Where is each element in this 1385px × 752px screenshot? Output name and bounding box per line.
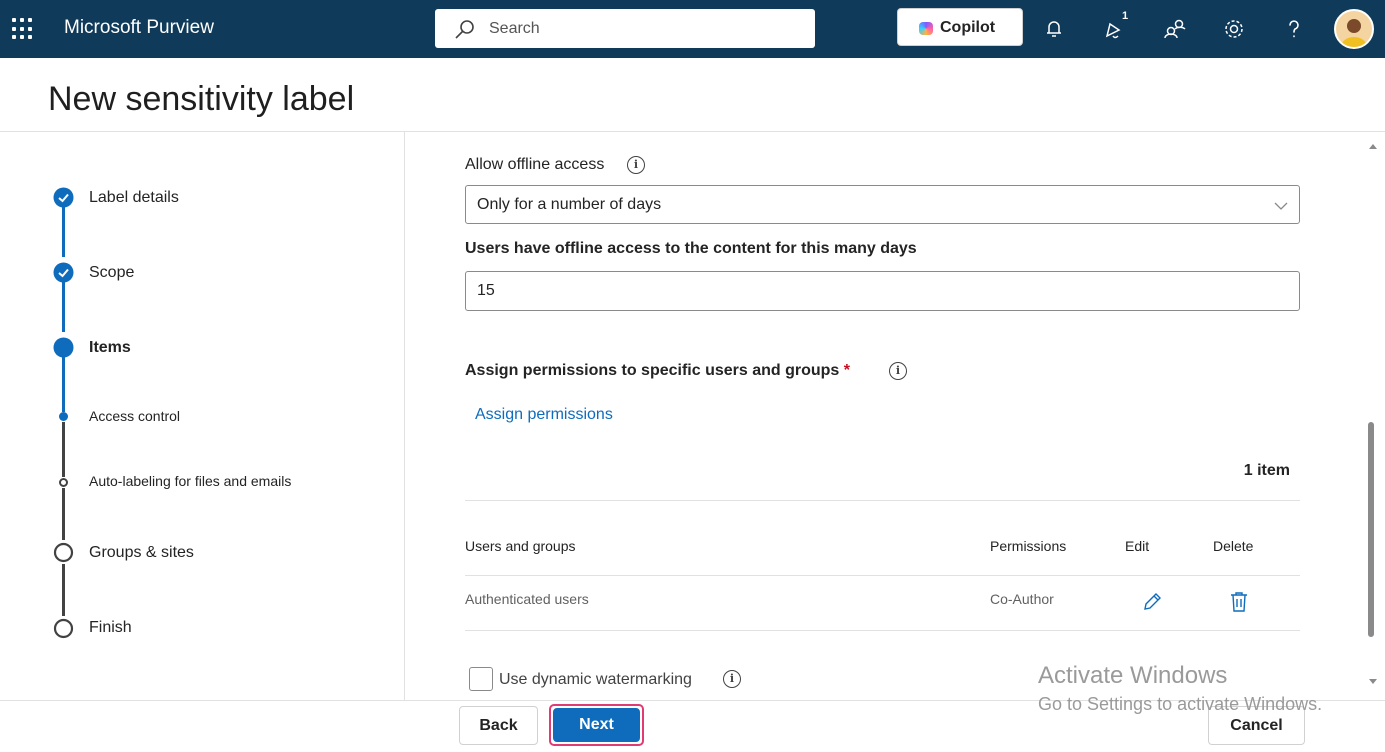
required-indicator: *: [843, 362, 851, 379]
offline-days-input[interactable]: [465, 271, 1300, 311]
offline-access-label: Allow offline access: [465, 156, 605, 173]
notification-badge: 1: [1122, 10, 1129, 22]
app-launcher-icon[interactable]: [12, 18, 34, 40]
column-header-delete: Delete: [1213, 538, 1254, 554]
step-completed-icon: [53, 187, 74, 208]
offline-access-dropdown[interactable]: Only for a number of days: [465, 185, 1300, 224]
offline-days-label: Users have offline access to the content…: [465, 240, 917, 257]
step-groups-sites[interactable]: Groups & sites: [89, 544, 194, 562]
copilot-button[interactable]: Copilot: [897, 8, 1023, 46]
dynamic-watermarking-checkbox[interactable]: [469, 667, 493, 691]
row-user: Authenticated users: [465, 591, 589, 607]
delete-trash-icon[interactable]: [1228, 590, 1250, 614]
step-scope[interactable]: Scope: [89, 264, 134, 282]
step-pending-icon: [53, 542, 74, 563]
step-items[interactable]: Items: [89, 339, 131, 357]
search-icon: [455, 20, 474, 39]
step-connector: [62, 357, 65, 412]
help-icon[interactable]: [1281, 16, 1307, 42]
content-scrollbar[interactable]: [1364, 132, 1385, 700]
step-current-icon: [53, 337, 74, 358]
row-permission: Co-Author: [990, 591, 1054, 607]
activate-windows-watermark: Activate Windows: [1038, 662, 1228, 689]
item-count: 1 item: [1243, 462, 1290, 479]
dynamic-watermarking-label: Use dynamic watermarking: [499, 671, 692, 688]
copilot-icon: [919, 22, 933, 35]
next-button[interactable]: Next: [553, 708, 640, 742]
step-connector: [62, 282, 65, 332]
column-header-permissions: Permissions: [990, 538, 1067, 554]
gear-icon[interactable]: [1221, 16, 1247, 42]
scroll-down-icon[interactable]: [1368, 678, 1378, 686]
step-connector: [62, 564, 65, 616]
back-button[interactable]: Back: [459, 706, 538, 745]
chevron-down-icon: [1274, 202, 1288, 210]
page-title: New sensitivity label: [48, 80, 355, 118]
assign-permissions-heading: Assign permissions to specific users and…: [465, 362, 850, 380]
substep-pending-icon: [59, 478, 68, 487]
step-finish[interactable]: Finish: [89, 619, 132, 637]
bell-icon[interactable]: [1041, 16, 1067, 42]
activate-windows-hint: Go to Settings to activate Windows.: [1038, 694, 1323, 714]
step-auto-labeling[interactable]: Auto-labeling for files and emails: [89, 473, 291, 489]
search-box[interactable]: [435, 9, 815, 48]
step-label-details[interactable]: Label details: [89, 189, 179, 207]
info-icon[interactable]: i: [889, 362, 907, 380]
avatar[interactable]: [1334, 9, 1374, 49]
assign-permissions-label: Assign permissions to specific users and…: [465, 362, 840, 379]
info-icon[interactable]: i: [723, 670, 741, 688]
wizard-steps: Label details Scope Items Access control…: [0, 132, 405, 700]
info-icon[interactable]: i: [627, 156, 645, 174]
step-connector: [62, 422, 65, 477]
step-pending-icon: [53, 618, 74, 639]
table-bottom-divider: [465, 630, 1300, 631]
main-content: Allow offline access i Only for a number…: [406, 132, 1364, 700]
assign-permissions-link[interactable]: Assign permissions: [475, 406, 613, 424]
step-connector: [62, 488, 65, 540]
edit-pencil-icon[interactable]: [1140, 590, 1164, 614]
search-input[interactable]: [489, 18, 789, 40]
scroll-thumb[interactable]: [1368, 422, 1374, 637]
table-header-divider: [465, 575, 1300, 576]
column-header-users: Users and groups: [465, 538, 576, 554]
table-top-divider: [465, 500, 1300, 501]
substep-current-icon: [59, 412, 68, 421]
step-access-control[interactable]: Access control: [89, 408, 180, 424]
column-header-edit: Edit: [1125, 538, 1150, 554]
community-icon[interactable]: [1162, 16, 1188, 42]
copilot-label: Copilot: [940, 19, 996, 36]
scroll-up-icon[interactable]: [1368, 142, 1378, 150]
offline-access-value: Only for a number of days: [477, 196, 662, 213]
step-completed-icon: [53, 262, 74, 283]
app-name[interactable]: Microsoft Purview: [64, 17, 214, 39]
top-bar: Microsoft Purview Copilot 1: [0, 0, 1385, 58]
step-connector: [62, 207, 65, 257]
